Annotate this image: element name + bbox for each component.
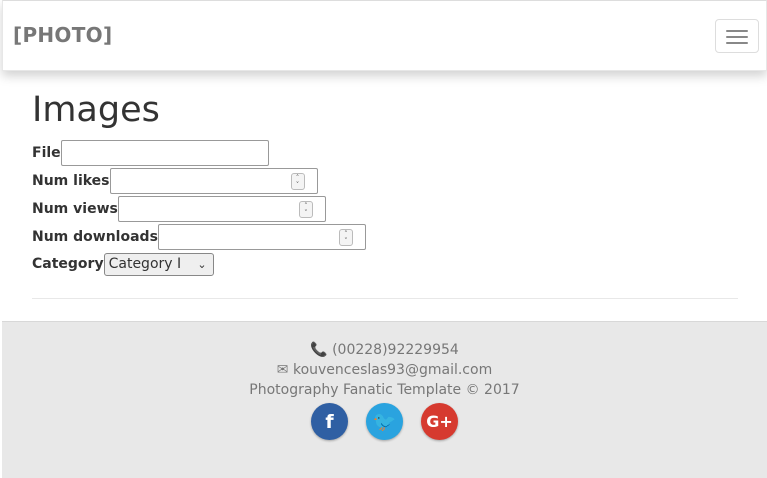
facebook-icon[interactable]: f [311,403,348,440]
hamburger-icon [726,42,748,44]
spinner-icon[interactable]: ˄ ˅ [298,201,313,218]
footer-copyright: Photography Fanatic Template © 2017 [249,382,520,398]
num-downloads-input[interactable]: ˄ ˅ [157,224,366,250]
menu-toggle-button[interactable] [715,19,759,53]
file-label: File [32,145,61,161]
phone-icon: 📞 [310,342,328,358]
social-links: f 🐦 G+ [2,403,767,440]
email-text[interactable]: kouvenceslas93@gmail.com [293,362,492,378]
category-select[interactable]: Category I ⌄ [103,252,214,276]
num-downloads-row: Num downloads ˄ ˅ [32,224,366,250]
footer-phone: 📞 (00228)92229954 [2,342,767,358]
footer-email: ✉ kouvenceslas93@gmail.com [2,362,767,378]
google-plus-icon[interactable]: G+ [421,403,458,440]
brand-logo[interactable]: [PHOTO] [13,23,112,47]
page-title: Images [32,90,160,130]
hamburger-icon [726,30,748,32]
hamburger-icon [726,36,748,38]
spinner-icon[interactable]: ˄ ˅ [338,229,353,246]
num-likes-input[interactable]: ˄ ˅ [109,168,318,194]
divider [32,298,738,299]
num-views-label: Num views [32,201,118,217]
num-downloads-label: Num downloads [32,229,158,245]
top-navbar: [PHOTO] [2,0,767,71]
footer: 📞 (00228)92229954 ✉ kouvenceslas93@gmail… [2,321,767,478]
file-input[interactable] [60,140,269,166]
file-row: File [32,140,269,166]
num-views-input[interactable]: ˄ ˅ [117,196,326,222]
category-label: Category [32,256,104,272]
num-views-row: Num views ˄ ˅ [32,196,326,222]
spinner-icon[interactable]: ˄ ˅ [290,173,305,190]
envelope-icon: ✉ [276,362,289,378]
category-selected-value: Category I [108,256,182,272]
num-likes-row: Num likes ˄ ˅ [32,168,318,194]
chevron-down-icon: ⌄ [197,257,207,271]
num-likes-label: Num likes [32,173,110,189]
twitter-icon[interactable]: 🐦 [366,403,403,440]
phone-text: (00228)92229954 [332,342,459,358]
category-row: Category Category I ⌄ [32,251,214,277]
main-content: Images File Num likes ˄ ˅ Num views ˄ ˅ Nu… [2,72,767,321]
